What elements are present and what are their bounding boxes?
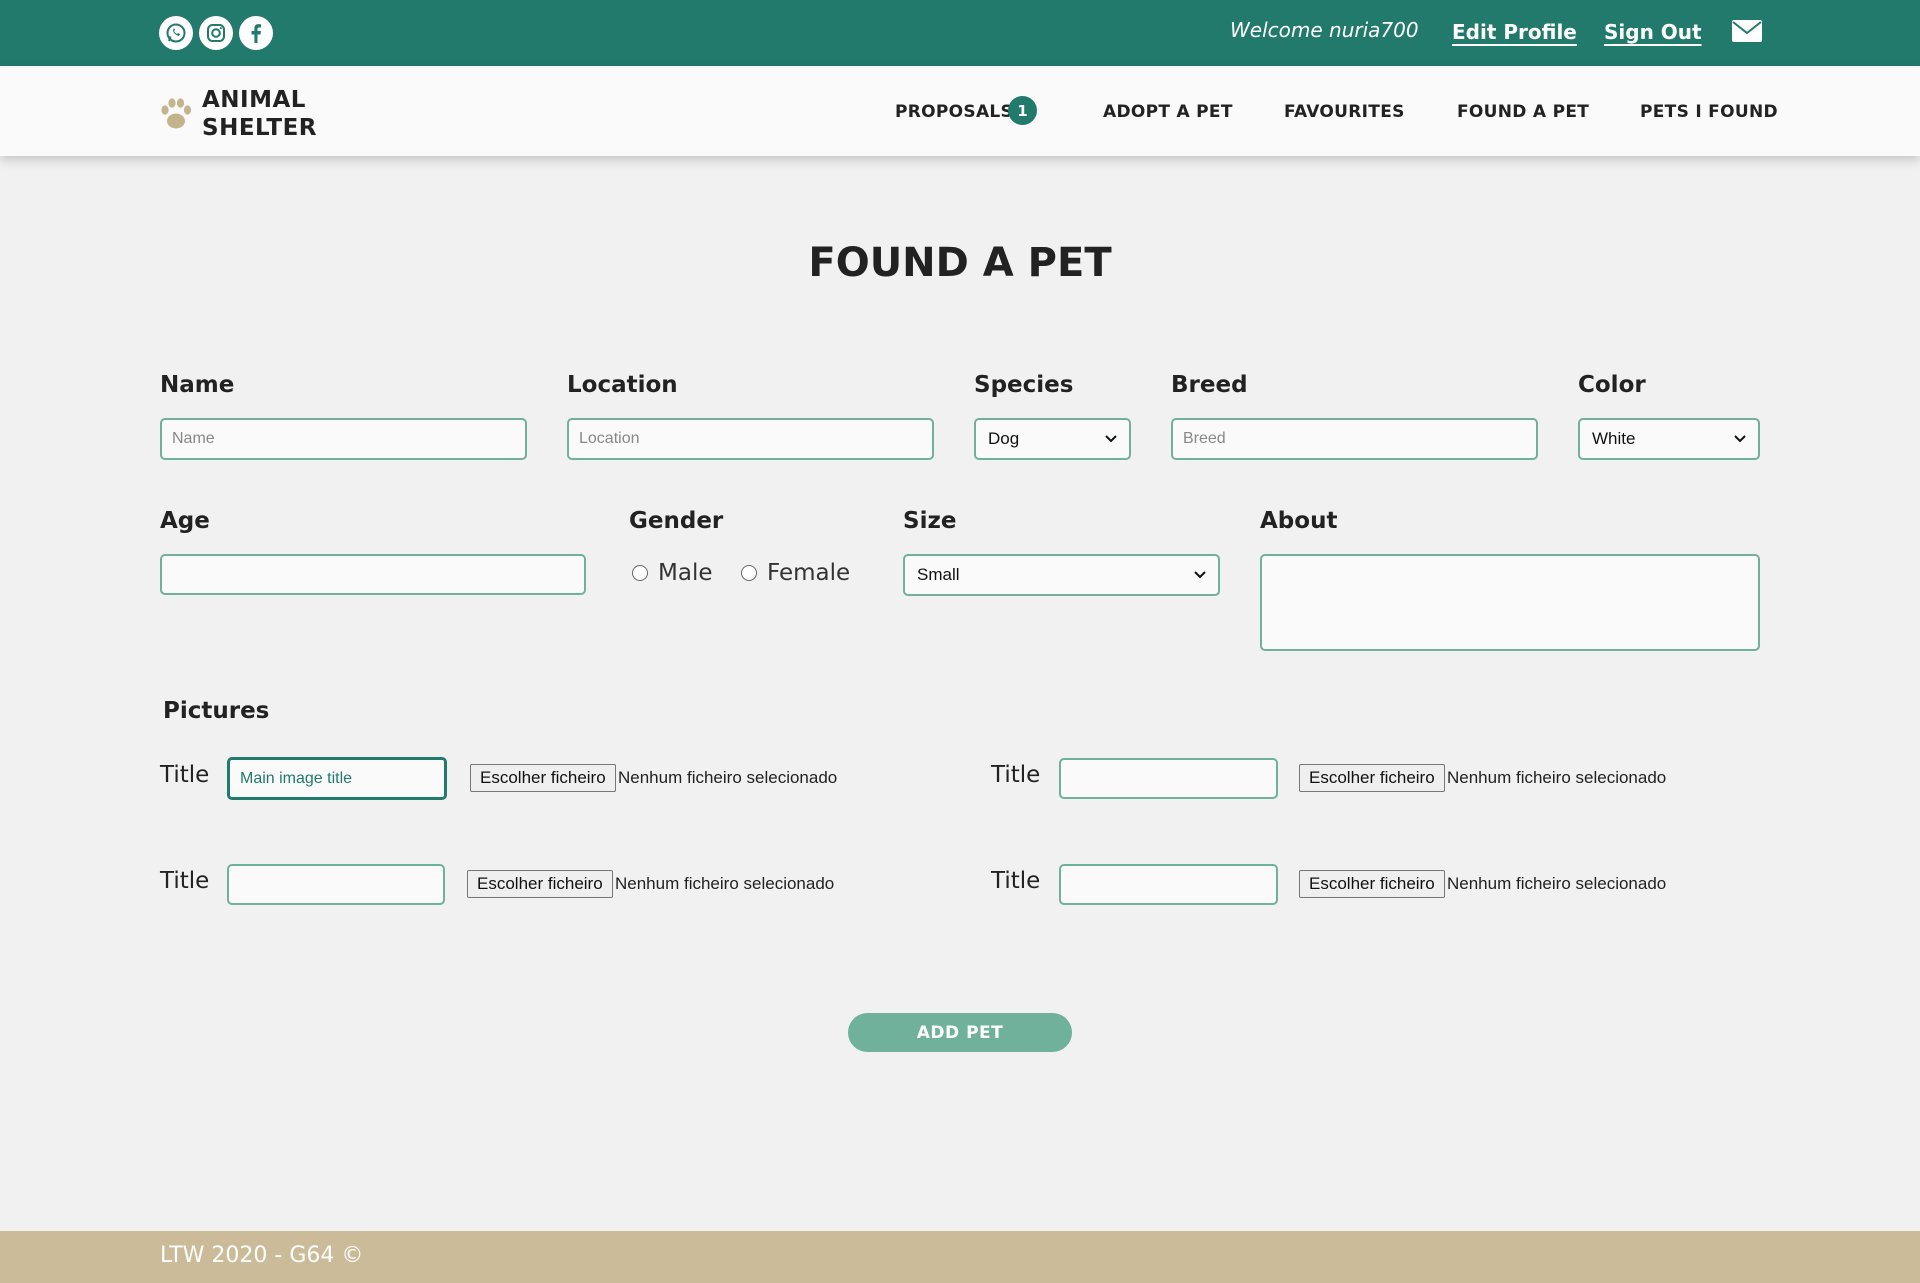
picture-4-title-input[interactable]	[1059, 864, 1278, 905]
footer-text: LTW 2020 - G64 ©	[160, 1243, 364, 1268]
picture-2-title-input[interactable]	[1059, 758, 1278, 799]
color-label: Color	[1578, 372, 1646, 398]
size-select[interactable]: Small	[903, 554, 1220, 596]
gender-female-option[interactable]: Female	[741, 560, 850, 586]
footer: LTW 2020 - G64 ©	[0, 1231, 1920, 1283]
picture-4-file-button[interactable]: Escolher ficheiro	[1299, 870, 1445, 898]
main-navbar: ANIMAL SHELTER PROPOSALS 1 ADOPT A PET F…	[0, 66, 1920, 156]
logo-line-1: ANIMAL	[202, 87, 306, 113]
picture-1-title-label: Title	[160, 762, 210, 788]
welcome-text: Welcome nuria700	[1230, 18, 1419, 42]
species-selected: Dog	[988, 429, 1020, 448]
nav-adopt-a-pet[interactable]: ADOPT A PET	[1103, 102, 1233, 122]
color-selected: White	[1592, 429, 1636, 448]
picture-3-file-status: Nenhum ficheiro selecionado	[615, 874, 835, 893]
page-title: FOUND A PET	[808, 240, 1112, 286]
add-pet-button[interactable]: ADD PET	[848, 1013, 1072, 1052]
location-label: Location	[567, 372, 678, 398]
size-selected: Small	[917, 565, 960, 584]
picture-3-title-label: Title	[160, 868, 210, 894]
proposals-badge: 1	[1008, 96, 1037, 125]
species-select[interactable]: Dog	[974, 418, 1131, 460]
picture-2-file-button[interactable]: Escolher ficheiro	[1299, 764, 1445, 792]
nav-favourites[interactable]: FAVOURITES	[1284, 102, 1405, 122]
sign-out-link[interactable]: Sign Out	[1604, 20, 1702, 44]
chevron-down-icon	[1194, 571, 1206, 579]
breed-input[interactable]: Breed	[1171, 418, 1538, 460]
mail-icon[interactable]	[1732, 20, 1762, 46]
about-textarea[interactable]	[1260, 554, 1760, 651]
gender-female-radio[interactable]	[741, 565, 757, 581]
name-input[interactable]: Name	[160, 418, 527, 460]
location-input[interactable]: Location	[567, 418, 934, 460]
edit-profile-link[interactable]: Edit Profile	[1452, 20, 1577, 44]
picture-3-file-button[interactable]: Escolher ficheiro	[467, 870, 613, 898]
breed-label: Breed	[1171, 372, 1248, 398]
picture-2-title-label: Title	[991, 762, 1041, 788]
color-select[interactable]: White	[1578, 418, 1760, 460]
logo[interactable]: ANIMAL SHELTER	[158, 86, 317, 142]
age-label: Age	[160, 508, 210, 534]
picture-1-title-input[interactable]: Main image title	[227, 757, 447, 800]
logo-line-2: SHELTER	[202, 115, 317, 141]
gender-label: Gender	[629, 508, 724, 534]
picture-4-file-status: Nenhum ficheiro selecionado	[1447, 874, 1667, 893]
picture-3-title-input[interactable]	[227, 864, 445, 905]
picture-2-file-status: Nenhum ficheiro selecionado	[1447, 768, 1667, 787]
gender-male-option[interactable]: Male	[632, 560, 712, 586]
chevron-down-icon	[1105, 435, 1117, 443]
species-label: Species	[974, 372, 1074, 398]
chevron-down-icon	[1734, 435, 1746, 443]
paw-icon	[161, 98, 192, 129]
name-label: Name	[160, 372, 235, 398]
picture-1-file-button[interactable]: Escolher ficheiro	[470, 764, 616, 792]
facebook-icon[interactable]	[239, 16, 273, 50]
pictures-label: Pictures	[163, 698, 270, 724]
gender-male-label: Male	[658, 560, 713, 586]
whatsapp-icon[interactable]	[159, 16, 193, 50]
nav-pets-i-found[interactable]: PETS I FOUND	[1640, 102, 1778, 122]
gender-female-label: Female	[767, 560, 851, 586]
nav-found-a-pet[interactable]: FOUND A PET	[1457, 102, 1589, 122]
social-links	[159, 16, 273, 50]
top-bar: Welcome nuria700 Edit Profile Sign Out	[0, 0, 1920, 66]
nav-proposals[interactable]: PROPOSALS	[895, 102, 1013, 122]
age-input[interactable]	[160, 554, 586, 595]
gender-male-radio[interactable]	[632, 565, 648, 581]
instagram-icon[interactable]	[199, 16, 233, 50]
about-label: About	[1260, 508, 1338, 534]
size-label: Size	[903, 508, 957, 534]
picture-4-title-label: Title	[991, 868, 1041, 894]
picture-1-file-status: Nenhum ficheiro selecionado	[618, 768, 838, 787]
logo-text: ANIMAL SHELTER	[202, 86, 317, 142]
